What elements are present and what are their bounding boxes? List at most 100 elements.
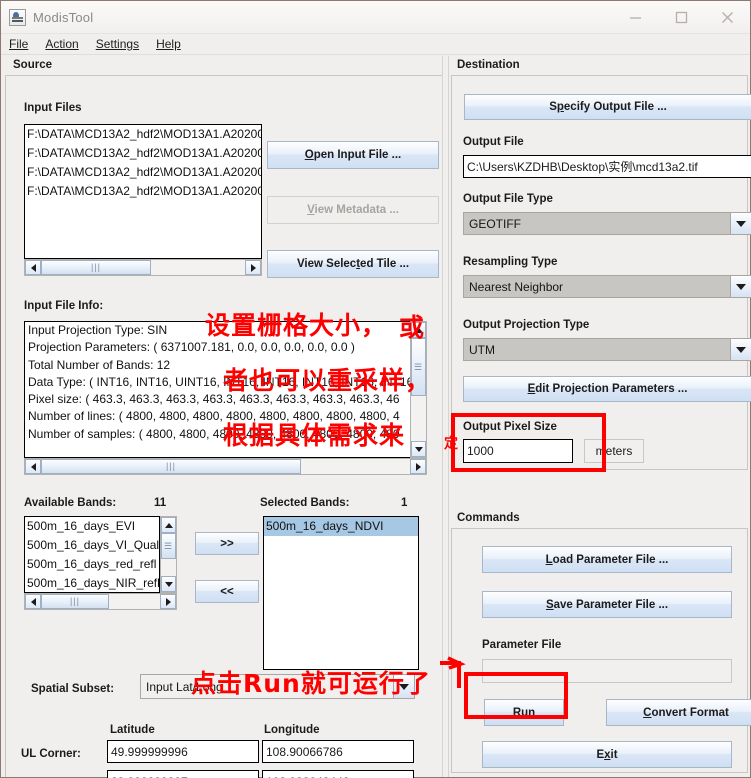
spatial-subset-label: Spatial Subset: (31, 683, 115, 695)
scroll-track[interactable]: ||| (41, 594, 160, 609)
output-projection-type-combo[interactable]: UTM (463, 338, 751, 361)
input-file-info-text[interactable]: Input Projection Type: SIN Projection Pa… (24, 321, 427, 458)
source-pane: Source Input Files F:\DATA\MCD13A2_hdf2\… (1, 56, 442, 778)
scroll-thumb[interactable]: ||| (41, 260, 151, 275)
add-band-button[interactable]: >> (195, 532, 259, 555)
output-file-type-combo[interactable]: GEOTIFF (463, 212, 751, 235)
resampling-type-combo[interactable]: Nearest Neighbor (463, 275, 751, 298)
available-bands-vscrollbar[interactable]: ☰ (160, 516, 177, 593)
output-file-label: Output File (463, 136, 524, 148)
scroll-track[interactable]: ☰ (411, 338, 426, 441)
view-selected-tile-button[interactable]: View Selected Tile ... (267, 250, 439, 278)
list-item[interactable]: 500m_16_days_red_refl (25, 555, 159, 574)
list-item[interactable]: F:\DATA\MCD13A2_hdf2\MOD13A1.A20200 (25, 163, 261, 182)
scroll-left-icon[interactable] (25, 260, 41, 275)
lr-corner-longitude-input[interactable]: 103.923048442 (262, 770, 414, 778)
spatial-subset-value: Input Lat/Long (146, 679, 223, 694)
close-icon[interactable] (704, 1, 750, 34)
scroll-thumb[interactable]: ☰ (411, 338, 426, 396)
scroll-track[interactable]: ☰ (161, 533, 176, 576)
input-file-info-label: Input File Info: (24, 300, 104, 312)
menu-item-action[interactable]: Action (45, 37, 87, 51)
scroll-up-icon[interactable] (411, 322, 426, 338)
exit-button[interactable]: Exit (482, 741, 732, 768)
scroll-up-icon[interactable] (161, 517, 176, 533)
list-item[interactable]: 500m_16_days_NDVI (264, 517, 418, 536)
info-hscrollbar[interactable]: ||| (24, 458, 427, 475)
input-files-label: Input Files (24, 102, 82, 114)
output-pixel-size-input[interactable]: 1000 (463, 439, 573, 463)
open-input-file-button[interactable]: Open Input File ... (267, 141, 439, 169)
menu-item-file[interactable]: File (9, 37, 37, 51)
lr-corner-latitude-input[interactable]: 29.999999997 (107, 770, 259, 778)
output-projection-type-label: Output Projection Type (463, 319, 590, 331)
grip-icon: ||| (69, 596, 80, 606)
java-coffee-icon (9, 8, 26, 26)
scroll-track[interactable]: ||| (41, 459, 410, 474)
edit-projection-parameters-label: Edit Projection Parameters ... (527, 383, 688, 395)
specify-output-file-button[interactable]: Specify Output File ... (464, 94, 751, 120)
run-button[interactable]: Run (484, 699, 564, 726)
scroll-thumb[interactable]: ||| (41, 594, 109, 609)
title-bar: ModisTool (1, 1, 750, 34)
chevron-down-icon[interactable] (730, 213, 751, 234)
chevron-down-icon[interactable] (730, 339, 751, 360)
menu-file-label: File (9, 37, 29, 51)
input-files-list[interactable]: F:\DATA\MCD13A2_hdf2\MOD13A1.A20200 F:\D… (24, 124, 262, 259)
resampling-type-label: Resampling Type (463, 256, 558, 268)
list-item[interactable]: 500m_16_days_VI_Quali (25, 536, 159, 555)
menu-item-settings[interactable]: Settings (96, 37, 148, 51)
ul-corner-latitude-input[interactable]: 49.999999996 (107, 740, 259, 763)
scroll-track[interactable]: ||| (41, 260, 245, 275)
minimize-icon[interactable] (612, 1, 658, 34)
parameter-file-input[interactable] (482, 659, 732, 683)
save-parameter-file-button[interactable]: Save Parameter File ... (482, 591, 732, 618)
available-bands-list[interactable]: 500m_16_days_EVI 500m_16_days_VI_Quali 5… (24, 516, 160, 593)
scroll-thumb[interactable]: ☰ (161, 533, 176, 559)
available-bands-hscrollbar[interactable]: ||| (24, 593, 177, 610)
input-files-hscrollbar[interactable]: ||| (24, 259, 262, 276)
grip-icon: ||| (165, 461, 176, 471)
scroll-thumb[interactable]: ||| (41, 459, 301, 474)
pane-splitter[interactable] (442, 56, 449, 777)
open-input-file-label: Open Input File ... (304, 149, 402, 161)
scroll-left-icon[interactable] (25, 594, 41, 609)
modistool-window: ModisTool File Action Settings Help Sour… (0, 0, 751, 778)
list-item[interactable]: 500m_16_days_NIR_refl (25, 574, 159, 592)
convert-format-button[interactable]: Convert Format (606, 699, 751, 726)
grip-icon: ☰ (413, 361, 424, 372)
scroll-right-icon[interactable] (160, 594, 176, 609)
spatial-subset-combo[interactable]: Input Lat/Long (140, 674, 415, 699)
scroll-down-icon[interactable] (411, 441, 426, 457)
info-line: Data Type: ( INT16, INT16, UINT16, INT16… (28, 374, 414, 389)
list-item[interactable]: 500m_16_days_EVI (25, 517, 159, 536)
list-item[interactable]: F:\DATA\MCD13A2_hdf2\MOD13A1.A20200 (25, 125, 261, 144)
output-pixel-size-units: meters (584, 439, 644, 463)
scroll-down-icon[interactable] (161, 576, 176, 592)
list-item[interactable]: F:\DATA\MCD13A2_hdf2\MOD13A1.A20200 (25, 182, 261, 201)
scroll-right-icon[interactable] (245, 260, 261, 275)
source-group-label: Source (13, 59, 52, 71)
output-file-type-value: GEOTIFF (469, 216, 521, 231)
chevron-down-icon[interactable] (393, 675, 414, 698)
window-controls (612, 1, 750, 34)
chevron-down-icon[interactable] (730, 276, 751, 297)
edit-projection-parameters-button[interactable]: Edit Projection Parameters ... (463, 376, 751, 402)
output-file-input[interactable]: C:\Users\KZDHB\Desktop\实例\mcd13a2.tif (463, 155, 751, 178)
info-vscrollbar[interactable]: ☰ (410, 321, 427, 458)
selected-bands-label: Selected Bands: (260, 497, 350, 509)
menu-item-help[interactable]: Help (156, 37, 190, 51)
grip-icon: ||| (90, 262, 101, 272)
available-bands-label: Available Bands: (24, 497, 117, 509)
maximize-icon[interactable] (658, 1, 704, 34)
remove-band-button[interactable]: << (195, 580, 259, 603)
commands-group-label: Commands (457, 512, 520, 524)
scroll-right-icon[interactable] (410, 459, 426, 474)
longitude-header: Longitude (264, 724, 320, 736)
grip-icon: ☰ (163, 540, 174, 551)
load-parameter-file-button[interactable]: Load Parameter File ... (482, 546, 732, 573)
selected-bands-list[interactable]: 500m_16_days_NDVI (263, 516, 419, 670)
scroll-left-icon[interactable] (25, 459, 41, 474)
list-item[interactable]: F:\DATA\MCD13A2_hdf2\MOD13A1.A20200 (25, 144, 261, 163)
ul-corner-longitude-input[interactable]: 108.90066786 (262, 740, 414, 763)
